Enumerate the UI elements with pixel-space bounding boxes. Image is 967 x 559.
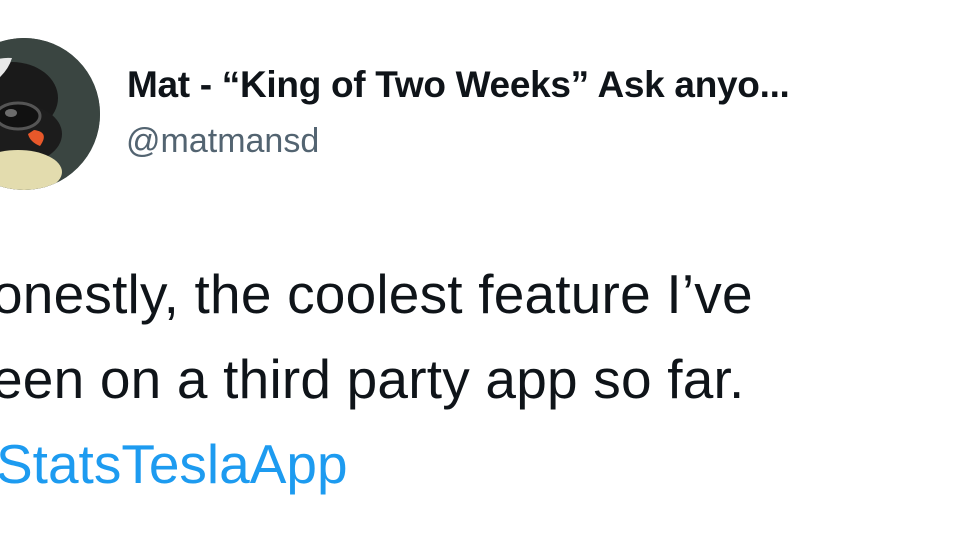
- author-display-name[interactable]: Mat - “King of Two Weeks” Ask anyo...: [127, 64, 790, 106]
- hashtag-link[interactable]: StatsTeslaApp: [0, 432, 348, 496]
- penguin-avatar-icon: [0, 38, 100, 190]
- author-handle[interactable]: @matmansd: [126, 122, 319, 161]
- tweet-text-line-1: onestly, the coolest feature I’ve: [0, 263, 753, 325]
- author-avatar[interactable]: [0, 38, 100, 190]
- tweet-text-line-2: een on a third party app so far.: [0, 348, 745, 410]
- tweet-card: Mat - “King of Two Weeks” Ask anyo... @m…: [0, 0, 967, 559]
